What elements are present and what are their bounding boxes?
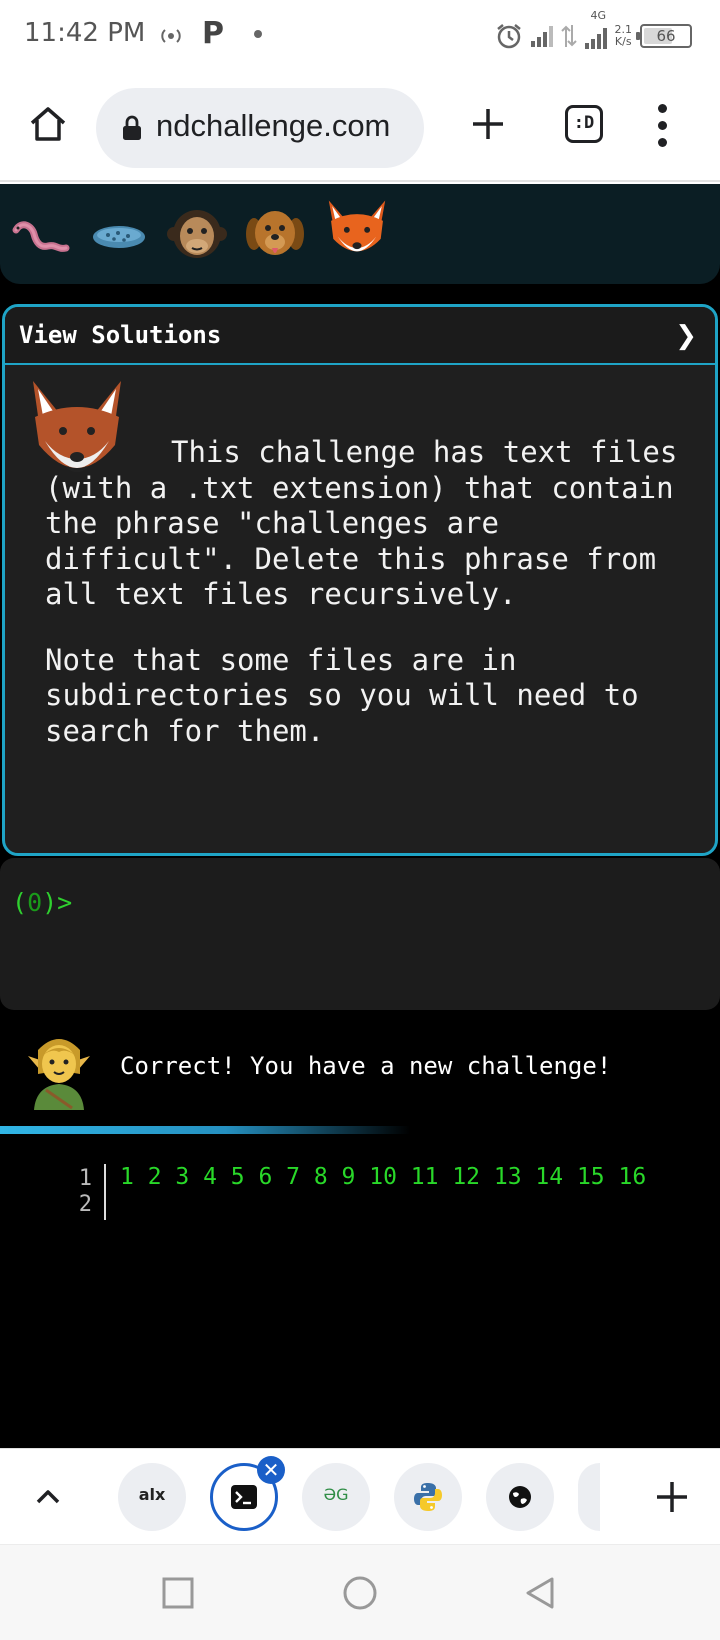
challenge-paragraph-2: Note that some files are in subdirectori… [45, 642, 639, 748]
status-time: 11:42 PM [24, 18, 146, 48]
net-speed-unit: K/s [614, 35, 632, 48]
tab-python[interactable] [394, 1463, 462, 1531]
challenge-card: View Solutions ❯ This challenge has text… [2, 304, 718, 856]
status-bar: 11:42 PM P 4G 2.1 K/s 66 [0, 0, 720, 72]
prompt-open: ( [12, 888, 28, 917]
home-nav-icon[interactable] [342, 1575, 378, 1611]
tab-switcher-button[interactable]: :D [565, 105, 603, 143]
tab-geeksforgeeks[interactable]: ƏG [302, 1463, 370, 1531]
data-arrows-icon [560, 25, 577, 47]
notification-dot [254, 30, 262, 38]
chevron-right-icon[interactable]: ❯ [675, 321, 697, 351]
close-tab-icon[interactable]: ✕ [257, 1456, 285, 1484]
chevron-up-icon[interactable] [30, 1479, 66, 1515]
progress-fill [0, 1126, 411, 1134]
globe-favicon [509, 1486, 531, 1508]
signal-icon [584, 27, 607, 49]
add-tab-icon[interactable] [652, 1477, 692, 1517]
alarm-icon [496, 24, 521, 49]
battery-level: 66 [656, 27, 676, 45]
progress-bar [0, 1126, 720, 1134]
chimpanzee-icon[interactable] [166, 204, 228, 266]
tab-terminal-active[interactable]: ✕ [210, 1456, 285, 1531]
signal-4g: 4G [584, 9, 607, 49]
worm-icon[interactable] [10, 204, 72, 266]
url-text[interactable]: ndchallenge.com [156, 108, 390, 144]
feedback-message: Correct! You have a new challenge! [120, 1052, 612, 1080]
line-number-gutter: 1 2 [70, 1166, 92, 1218]
code-editor[interactable]: 1 2 1 2 3 4 5 6 7 8 9 10 11 12 13 14 15 … [0, 1144, 720, 1254]
battery-icon: 66 [636, 24, 692, 48]
signal-icon [530, 25, 553, 47]
new-tab-icon[interactable] [468, 104, 508, 144]
more-menu-icon[interactable] [648, 104, 678, 148]
hotspot-icon [161, 29, 181, 43]
carrier-badge: P [202, 16, 224, 51]
prompt-close: )> [42, 888, 73, 917]
recents-icon[interactable] [160, 1575, 196, 1611]
tab-partial[interactable] [578, 1463, 600, 1531]
bacterium-icon[interactable] [88, 204, 150, 266]
status-icons: 4G 2.1 K/s 66 [495, 9, 692, 54]
editor-cursor-line [104, 1164, 106, 1220]
editor-line-1[interactable]: 1 2 3 4 5 6 7 8 9 10 11 12 13 14 15 16 [120, 1164, 646, 1190]
lock-icon[interactable] [122, 115, 142, 141]
tab-globe[interactable] [486, 1463, 554, 1531]
terminal-prompt: (0)> [12, 888, 72, 917]
prompt-count: 0 [27, 888, 43, 917]
home-icon[interactable] [28, 104, 68, 144]
elf-icon [28, 1039, 90, 1110]
line-number: 1 [78, 1166, 92, 1191]
geeksforgeeks-favicon: ƏG [323, 1485, 349, 1504]
address-bar[interactable]: ndchallenge.com [96, 88, 424, 168]
alx-favicon: alx [138, 1485, 166, 1504]
view-solutions-title[interactable]: View Solutions [19, 321, 221, 349]
browser-toolbar: ndchallenge.com :D [0, 72, 720, 182]
feedback-row: Correct! You have a new challenge! [0, 1026, 720, 1118]
dog-icon[interactable] [244, 204, 306, 266]
terminal-input[interactable]: (0)> [0, 858, 720, 1010]
challenge-description: This challenge has text files (with a .t… [45, 435, 695, 749]
python-favicon [414, 1483, 442, 1511]
tab-strip: alx ✕ ƏG [0, 1448, 720, 1544]
network-type-label: 4G [590, 9, 607, 22]
tab-alx[interactable]: alx [118, 1463, 186, 1531]
back-icon[interactable] [522, 1575, 558, 1611]
fox-icon[interactable] [322, 196, 392, 266]
line-number: 2 [78, 1192, 92, 1217]
level-bar [0, 184, 720, 284]
web-page: View Solutions ❯ This challenge has text… [0, 184, 720, 1448]
system-nav-bar [0, 1544, 720, 1640]
challenge-paragraph-1: This challenge has text files (with a .t… [45, 435, 678, 611]
view-solutions-header[interactable]: View Solutions ❯ [5, 307, 715, 365]
net-speed: 2.1 K/s [615, 24, 633, 48]
terminal-favicon [231, 1485, 257, 1509]
